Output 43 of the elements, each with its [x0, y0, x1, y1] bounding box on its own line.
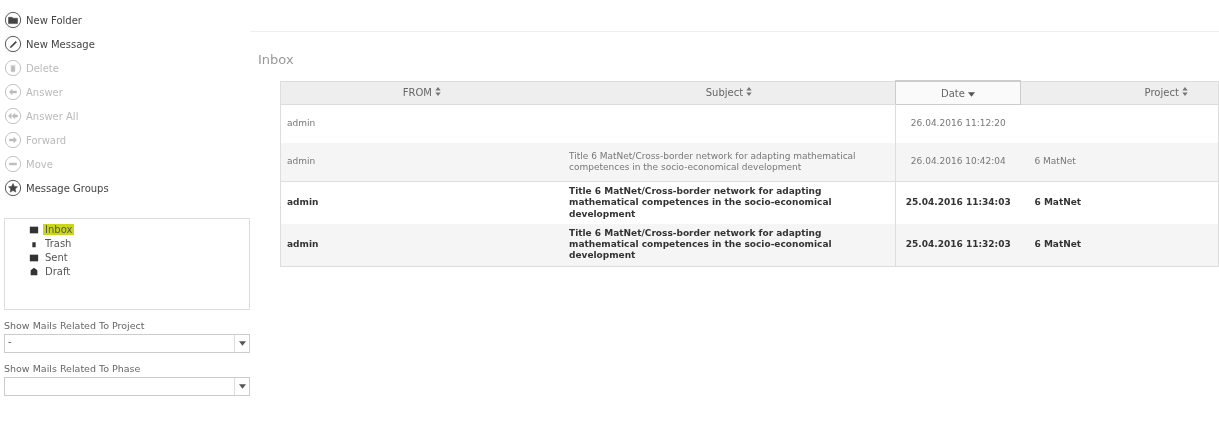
table-cell: admin	[287, 118, 316, 129]
table-cell: 6 MatNet	[1034, 239, 1082, 249]
sort-icon	[746, 87, 753, 97]
table-cell: 25.04.2016 11:34:03	[905, 197, 1011, 208]
reply-icon	[4, 83, 22, 101]
action-link[interactable]: Message Groups	[4, 178, 250, 198]
caret-down-icon	[238, 384, 246, 389]
filter-label: Show Mails Related To Project	[4, 320, 146, 331]
caret-down-icon	[238, 341, 246, 346]
column-header[interactable]: Date	[895, 81, 1021, 105]
table-cell: 6 MatNet	[1034, 156, 1076, 167]
table-cell: admin	[287, 239, 319, 249]
table-cell: admin	[287, 156, 316, 167]
sort-icon	[1182, 87, 1188, 97]
folder-icon	[4, 11, 22, 29]
table-cell: 26.04.2016 11:12:20	[910, 118, 1006, 129]
folder-item[interactable]: Inbox	[29, 224, 249, 235]
action-link[interactable]: New Folder	[4, 10, 250, 30]
filter-label: Show Mails Related To Phase	[4, 363, 142, 374]
action-link[interactable]: New Message	[4, 34, 250, 54]
select-field[interactable]	[4, 377, 250, 396]
column-header[interactable]: FROM	[280, 81, 563, 105]
table-cell: 6 MatNet	[1034, 197, 1082, 208]
caret-down-icon	[968, 91, 976, 97]
column-header[interactable]: Project	[1020, 81, 1219, 105]
replyall-icon	[4, 107, 22, 125]
table-cell: Title 6 MatNet/Cross-border network for adapting mathematical competences in the socio-economical development	[569, 186, 832, 219]
table-cell: admin	[287, 197, 319, 208]
column-header[interactable]: Subject	[563, 81, 896, 105]
table-cell: 25.04.2016 11:32:03	[905, 239, 1011, 249]
pen-icon	[4, 35, 22, 53]
table-cell: Title 6 MatNet/Cross-border network for adapting mathematical competences in the socio-economical development	[569, 150, 856, 172]
move-icon	[4, 155, 22, 173]
select-field[interactable]: -	[4, 334, 250, 353]
select-value: -	[8, 336, 12, 347]
table-cell: Title 6 MatNet/Cross-border network for adapting mathematical competences in the socio-economical development	[569, 227, 832, 261]
folder-item[interactable]: Sent	[29, 252, 249, 263]
page-title: Inbox	[258, 52, 295, 67]
folder-item[interactable]: Trash	[29, 238, 249, 249]
sort-icon	[435, 87, 442, 97]
folder-item[interactable]: Draft	[29, 266, 249, 277]
forward-icon	[4, 131, 22, 149]
table-cell: 26.04.2016 10:42:04	[910, 156, 1006, 167]
